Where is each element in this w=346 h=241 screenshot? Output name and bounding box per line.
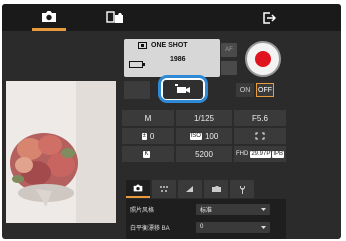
camera-icon	[42, 10, 56, 22]
exit-icon	[263, 12, 276, 24]
top-bar	[2, 4, 341, 31]
af-button[interactable]: AF	[221, 43, 237, 57]
focus-mode-text: ONE SHOT	[151, 42, 188, 49]
picture-style-select[interactable]: 标准	[196, 203, 270, 215]
shots-remaining: 1986	[170, 56, 186, 63]
exposure-comp-icon: ±	[141, 132, 147, 140]
wb-shift-select[interactable]: 0	[196, 221, 270, 233]
flower-bouquet-image	[6, 81, 116, 223]
tab-shooting[interactable]	[126, 180, 150, 198]
shooting-mode-button[interactable]: M	[122, 110, 174, 126]
status-display: ONE SHOT 1986	[124, 39, 220, 77]
record-dot-icon	[255, 51, 271, 67]
movie-camera-icon	[175, 83, 190, 93]
triangle-icon	[186, 186, 193, 192]
tab-setup[interactable]	[230, 180, 254, 198]
battery-icon	[129, 61, 145, 68]
shutter-speed-button[interactable]: 1/125	[176, 110, 232, 126]
camera-remote-screen: ONE SHOT 1986 AF ON OFF M 1/125 F5.6 ± 0…	[2, 4, 341, 239]
iso-value: 100	[204, 131, 219, 141]
browse-images-icon	[106, 11, 123, 23]
mode-toggle-button[interactable]	[124, 81, 150, 99]
live-view-image	[6, 81, 116, 223]
setting-label: 白平衡漂移 BA	[130, 225, 170, 232]
custom-camera-icon	[211, 186, 221, 192]
aperture-button[interactable]: F5.6	[234, 110, 286, 126]
kelvin-value-button[interactable]: 5200	[176, 146, 232, 162]
exposure-comp-button[interactable]: ± 0	[122, 128, 174, 144]
tab-af[interactable]	[152, 180, 176, 198]
wb-kelvin-label: K	[143, 150, 150, 158]
on-option[interactable]: ON	[236, 83, 254, 97]
compression-icon: IPB	[272, 150, 285, 158]
app-frame: ONE SHOT 1986 AF ON OFF M 1/125 F5.6 ± 0…	[0, 0, 346, 241]
on-off-toggle: ON OFF	[236, 83, 274, 97]
setting-row: 白平衡漂移 BA 0	[130, 221, 270, 233]
af-frame-icon	[138, 42, 147, 49]
settings-tabs	[126, 180, 254, 198]
off-option[interactable]: OFF	[256, 83, 274, 97]
tab-browse[interactable]	[100, 4, 130, 31]
record-button[interactable]	[245, 41, 281, 77]
setting-label: 照片风格	[130, 207, 155, 214]
control-panel: ONE SHOT 1986 AF ON OFF M 1/125 F5.6 ± 0…	[122, 31, 341, 239]
iso-label: ISO	[189, 132, 202, 140]
tab-custom[interactable]	[204, 180, 228, 198]
shooting-settings-grid: M 1/125 F5.6 ± 0 ISO 100 K 5200 FHD 29.9…	[122, 110, 341, 164]
exit-button[interactable]	[259, 8, 279, 28]
frame-rate-icon: 29.97P	[250, 150, 272, 158]
tab-playback[interactable]	[178, 180, 202, 198]
setting-row: 照片风格 标准	[130, 203, 270, 215]
iso-button[interactable]: ISO 100	[176, 128, 232, 144]
chevron-down-icon	[261, 225, 266, 229]
af-secondary-button[interactable]	[221, 61, 237, 75]
movie-quality-text: FHD	[235, 151, 249, 157]
movie-quality-button[interactable]: FHD 29.97P IPB	[234, 146, 286, 162]
af-points-icon	[160, 186, 168, 192]
metering-button[interactable]	[234, 128, 286, 144]
metering-mode-icon	[255, 132, 265, 140]
chevron-down-icon	[261, 207, 266, 211]
wrench-icon	[239, 185, 245, 194]
settings-list: 照片风格 标准 白平衡漂移 BA 0	[126, 199, 286, 239]
white-balance-button[interactable]: K	[122, 146, 174, 162]
movie-mode-button[interactable]	[158, 75, 208, 103]
camera-icon	[133, 184, 143, 192]
tab-camera[interactable]	[32, 4, 66, 31]
